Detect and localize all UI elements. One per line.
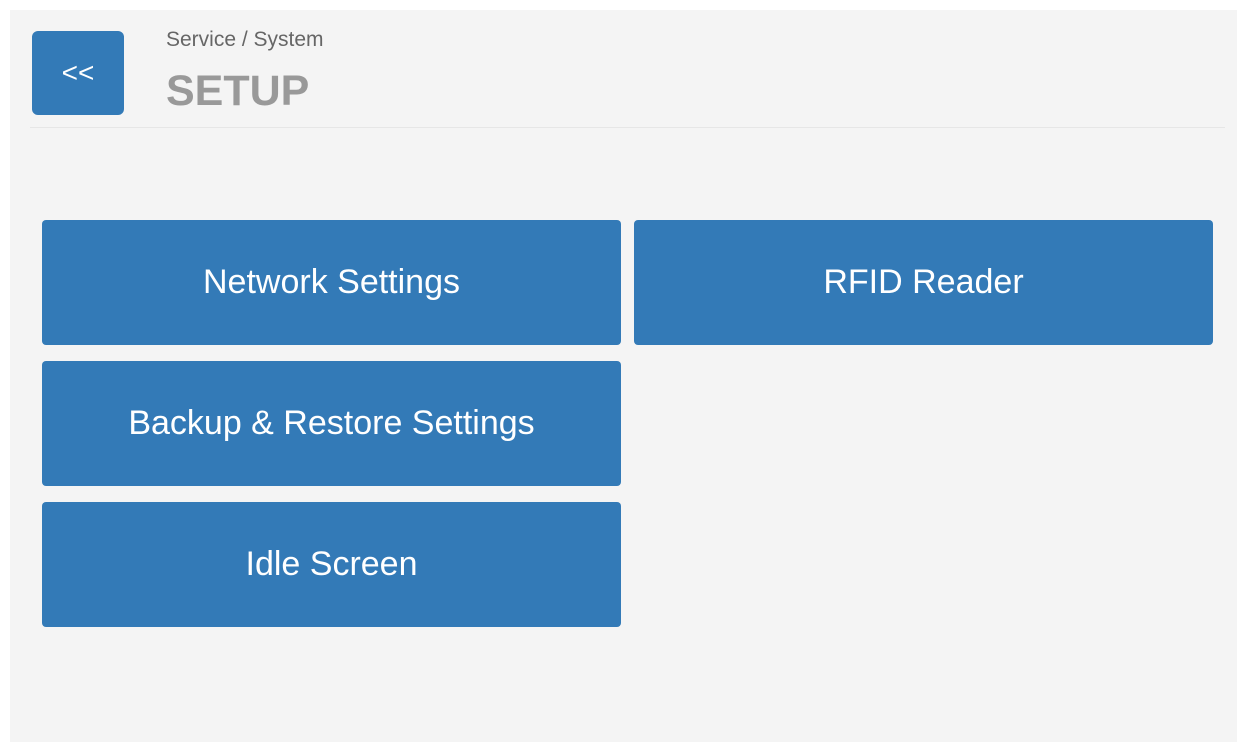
backup-restore-settings-button[interactable]: Backup & Restore Settings [42, 361, 621, 486]
page-header: << Service / System SETUP [30, 10, 1225, 128]
network-settings-button[interactable]: Network Settings [42, 220, 621, 345]
breadcrumb: Service / System [166, 28, 324, 51]
setup-panel: << Service / System SETUP Network Settin… [10, 10, 1237, 742]
rfid-reader-button[interactable]: RFID Reader [634, 220, 1213, 345]
idle-screen-button[interactable]: Idle Screen [42, 502, 621, 627]
page-title: SETUP [166, 67, 310, 115]
back-button[interactable]: << [32, 31, 124, 115]
